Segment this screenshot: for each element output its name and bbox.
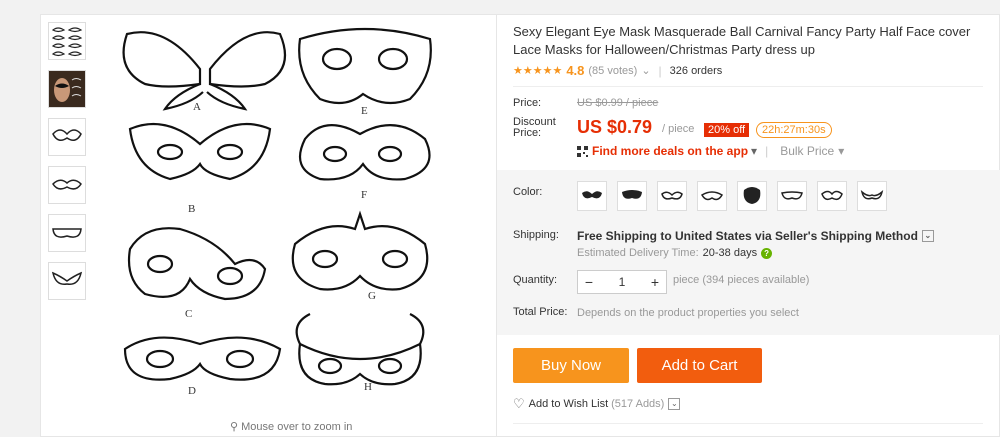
heart-icon[interactable]: ♡ <box>513 396 525 412</box>
zoom-icon: ⚲ <box>230 421 239 433</box>
discount-price-label: Discount Price: <box>513 116 556 139</box>
mask-label-g: G <box>368 290 376 302</box>
color-swatch-5[interactable] <box>737 181 767 211</box>
discount-price: US $0.79 <box>577 117 653 137</box>
divider <box>513 86 983 87</box>
price-unit: / piece <box>662 123 695 135</box>
color-swatch-3[interactable] <box>657 181 687 211</box>
help-icon[interactable]: ? <box>761 247 773 259</box>
bulk-price-link[interactable]: Bulk Price <box>780 144 834 158</box>
rating-row: ★★★★★ 4.8 (85 votes) ⌄ | 326 orders <box>513 63 722 78</box>
mask-label-c: C <box>185 308 192 320</box>
delivery-days: 20-38 days <box>702 247 758 259</box>
mask-label-d: D <box>188 385 196 397</box>
mask-label-f: F <box>361 189 367 201</box>
quantity-decrease-button[interactable]: − <box>578 274 600 290</box>
app-deals-row: Find more deals on the app ▾ | Bulk Pric… <box>577 144 844 158</box>
quantity-stepper: − 1 + <box>577 270 667 294</box>
color-swatch-7[interactable] <box>817 181 847 211</box>
rating-divider: | <box>658 63 662 78</box>
thumbnail-6[interactable] <box>48 262 86 300</box>
rating-stars-icon: ★★★★★ <box>513 65 563 77</box>
deals-chevron-icon[interactable]: ▾ <box>751 144 757 158</box>
shipping-dropdown-icon[interactable]: ⌄ <box>921 230 934 242</box>
original-price: US $0.99 / piece <box>577 97 659 109</box>
divider <box>513 423 983 424</box>
thumbnail-5[interactable] <box>48 214 86 252</box>
votes-chevron-icon[interactable]: ⌄ <box>641 64 650 77</box>
color-swatches <box>577 181 897 211</box>
shipping-method[interactable]: Free Shipping to United States via Selle… <box>577 229 934 243</box>
wishlist-dropdown-icon[interactable]: ⌄ <box>668 398 681 410</box>
wishlist-row[interactable]: ♡ Add to Wish List (517 Adds) ⌄ <box>513 396 681 412</box>
color-swatch-6[interactable] <box>777 181 807 211</box>
rating-score: 4.8 <box>566 63 585 78</box>
thumbnail-4[interactable] <box>48 166 86 204</box>
quantity-label: Quantity: <box>513 274 558 286</box>
zoom-hint-label: Mouse over to zoom in <box>241 421 353 433</box>
product-title: Sexy Elegant Eye Mask Masquerade Ball Ca… <box>513 24 971 57</box>
discount-badge: 20% off <box>704 123 750 137</box>
thumbnail-1[interactable] <box>48 22 86 60</box>
zoom-hint: ⚲ Mouse over to zoom in <box>230 420 352 433</box>
color-swatch-4[interactable] <box>697 181 727 211</box>
add-to-cart-button[interactable]: Add to Cart <box>637 348 762 383</box>
thumbnail-3[interactable] <box>48 118 86 156</box>
delivery-label: Estimated Delivery Time: <box>577 247 699 259</box>
deals-divider: | <box>765 144 769 158</box>
rating-votes[interactable]: (85 votes) <box>588 65 637 77</box>
thumbnail-2[interactable] <box>48 70 86 108</box>
mask-label-e: E <box>361 105 368 117</box>
total-price-note: Depends on the product properties you se… <box>577 307 799 319</box>
shipping-method-text: Free Shipping to United States via Selle… <box>577 229 918 243</box>
quantity-input[interactable]: 1 <box>600 275 644 289</box>
mask-label-a: A <box>193 101 201 113</box>
color-swatch-2[interactable] <box>617 181 647 211</box>
wishlist-link[interactable]: Add to Wish List <box>529 398 608 410</box>
thumbnail-list <box>48 22 88 310</box>
app-deals-link[interactable]: Find more deals on the app <box>592 144 748 158</box>
color-label: Color: <box>513 186 543 198</box>
bulk-price-chevron-icon[interactable]: ▾ <box>838 144 844 158</box>
countdown-timer: 22h:27m:30s <box>756 122 832 138</box>
mask-label-b: B <box>188 203 195 215</box>
main-product-image[interactable]: A E B F C G D H <box>105 14 495 422</box>
color-swatch-1[interactable] <box>577 181 607 211</box>
availability-text: piece (394 pieces available) <box>673 274 810 286</box>
price-label: Price: <box>513 97 542 109</box>
order-count: 326 orders <box>669 64 723 77</box>
shipping-label: Shipping: <box>513 229 559 241</box>
mask-label-h: H <box>364 381 372 393</box>
qr-code-icon <box>577 145 588 157</box>
wishlist-count: (517 Adds) <box>611 398 665 410</box>
color-swatch-8[interactable] <box>857 181 887 211</box>
delivery-estimate: Estimated Delivery Time: 20-38 days ? <box>577 247 773 259</box>
buy-now-button[interactable]: Buy Now <box>513 348 629 383</box>
total-price-label: Total Price: <box>513 306 568 318</box>
quantity-increase-button[interactable]: + <box>644 274 666 290</box>
